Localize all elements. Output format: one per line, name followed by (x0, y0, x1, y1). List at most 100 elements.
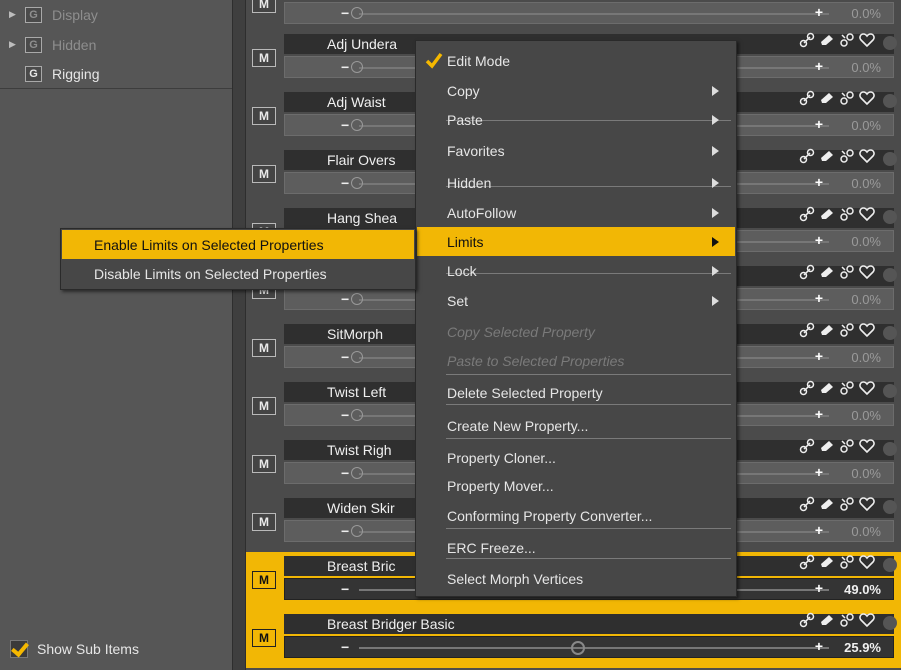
unlink-icon[interactable] (839, 90, 855, 106)
slider-knob[interactable] (571, 641, 585, 655)
link-icon[interactable] (799, 438, 815, 454)
increment-button[interactable]: + (815, 464, 823, 480)
tree-item-display[interactable]: ▶ G Display (0, 0, 232, 29)
menu-item-delete-selected-property[interactable]: Delete Selected Property (417, 378, 735, 407)
link-icon[interactable] (799, 148, 815, 164)
heart-icon[interactable] (859, 148, 875, 164)
slider-track[interactable] (359, 13, 829, 15)
decrement-button[interactable]: − (341, 59, 349, 75)
link-icon[interactable] (799, 206, 815, 222)
increment-button[interactable]: + (815, 522, 823, 538)
increment-button[interactable]: + (815, 4, 823, 20)
gear-icon[interactable] (883, 36, 897, 50)
menu-item-create-new-property[interactable]: Create New Property... (417, 411, 735, 440)
gear-icon[interactable] (883, 500, 897, 514)
increment-button[interactable]: + (815, 174, 823, 190)
property-row[interactable]: M Breast Bridger Basic − + 25.9% (246, 610, 901, 668)
unlink-icon[interactable] (839, 612, 855, 628)
property-value[interactable]: 25.9% (844, 640, 881, 655)
eraser-icon[interactable] (819, 148, 835, 164)
slider-knob[interactable] (351, 61, 363, 73)
menu-item-favorites[interactable]: Favorites (417, 136, 735, 165)
increment-button[interactable]: + (815, 116, 823, 132)
slider-knob[interactable] (351, 293, 363, 305)
eraser-icon[interactable] (819, 612, 835, 628)
menu-item-conforming-property-converter[interactable]: Conforming Property Converter... (417, 501, 735, 530)
unlink-icon[interactable] (839, 438, 855, 454)
slider-knob[interactable] (351, 409, 363, 421)
eraser-icon[interactable] (819, 380, 835, 396)
menu-item-limits[interactable]: Limits (417, 227, 735, 256)
heart-icon[interactable] (859, 90, 875, 106)
increment-button[interactable]: + (815, 290, 823, 306)
gear-icon[interactable] (883, 326, 897, 340)
heart-icon[interactable] (859, 322, 875, 338)
link-icon[interactable] (799, 496, 815, 512)
link-icon[interactable] (799, 32, 815, 48)
property-value[interactable]: 0.0% (851, 350, 881, 365)
checkbox-checked[interactable] (10, 640, 28, 658)
eraser-icon[interactable] (819, 496, 835, 512)
heart-icon[interactable] (859, 264, 875, 280)
decrement-button[interactable]: − (341, 349, 349, 365)
panel-splitter[interactable] (232, 0, 246, 670)
eraser-icon[interactable] (819, 554, 835, 570)
gear-icon[interactable] (883, 210, 897, 224)
increment-button[interactable]: + (815, 580, 823, 596)
menu-item-select-morph-vertices[interactable]: Select Morph Vertices (417, 564, 735, 593)
gear-icon[interactable] (883, 384, 897, 398)
heart-icon[interactable] (859, 438, 875, 454)
eraser-icon[interactable] (819, 90, 835, 106)
slider-knob[interactable] (351, 7, 363, 19)
menu-item-property-mover[interactable]: Property Mover... (417, 471, 735, 500)
heart-icon[interactable] (859, 496, 875, 512)
eraser-icon[interactable] (819, 264, 835, 280)
slider-knob[interactable] (351, 467, 363, 479)
gear-icon[interactable] (883, 442, 897, 456)
menu-item-erc-freeze[interactable]: ERC Freeze... (417, 533, 735, 562)
increment-button[interactable]: + (815, 348, 823, 364)
decrement-button[interactable]: − (341, 465, 349, 481)
property-value[interactable]: 0.0% (851, 60, 881, 75)
decrement-button[interactable]: − (341, 117, 349, 133)
decrement-button[interactable]: − (341, 5, 349, 21)
decrement-button[interactable]: − (341, 291, 349, 307)
property-slider[interactable]: − + 0.0% (284, 2, 894, 24)
decrement-button[interactable]: − (341, 175, 349, 191)
enable-limits-item[interactable]: Enable Limits on Selected Properties (62, 230, 414, 259)
gear-icon[interactable] (883, 268, 897, 282)
heart-icon[interactable] (859, 554, 875, 570)
menu-item-set[interactable]: Set (417, 286, 735, 315)
show-sub-items-toggle[interactable]: Show Sub Items (10, 640, 139, 658)
property-value[interactable]: 0.0% (851, 118, 881, 133)
decrement-button[interactable]: − (341, 581, 349, 597)
link-icon[interactable] (799, 90, 815, 106)
link-icon[interactable] (799, 322, 815, 338)
property-row[interactable]: M − + 0.0% (246, 0, 901, 34)
eraser-icon[interactable] (819, 206, 835, 222)
expand-arrow-icon[interactable]: ▶ (9, 9, 19, 20)
gear-icon[interactable] (883, 558, 897, 572)
unlink-icon[interactable] (839, 322, 855, 338)
heart-icon[interactable] (859, 380, 875, 396)
unlink-icon[interactable] (839, 496, 855, 512)
unlink-icon[interactable] (839, 148, 855, 164)
link-icon[interactable] (799, 264, 815, 280)
menu-item-edit-mode[interactable]: Edit Mode (417, 46, 735, 75)
menu-item-property-cloner[interactable]: Property Cloner... (417, 443, 735, 472)
disable-limits-item[interactable]: Disable Limits on Selected Properties (62, 259, 414, 288)
slider-knob[interactable] (351, 351, 363, 363)
decrement-button[interactable]: − (341, 523, 349, 539)
unlink-icon[interactable] (839, 264, 855, 280)
menu-item-copy[interactable]: Copy (417, 76, 735, 105)
property-value[interactable]: 0.0% (851, 408, 881, 423)
link-icon[interactable] (799, 554, 815, 570)
increment-button[interactable]: + (815, 232, 823, 248)
increment-button[interactable]: + (815, 638, 823, 654)
property-value[interactable]: 0.0% (851, 234, 881, 249)
menu-item-lock[interactable]: Lock (417, 256, 735, 285)
property-value[interactable]: 0.0% (851, 292, 881, 307)
menu-item-paste[interactable]: Paste (417, 105, 735, 134)
link-icon[interactable] (799, 612, 815, 628)
gear-icon[interactable] (883, 94, 897, 108)
